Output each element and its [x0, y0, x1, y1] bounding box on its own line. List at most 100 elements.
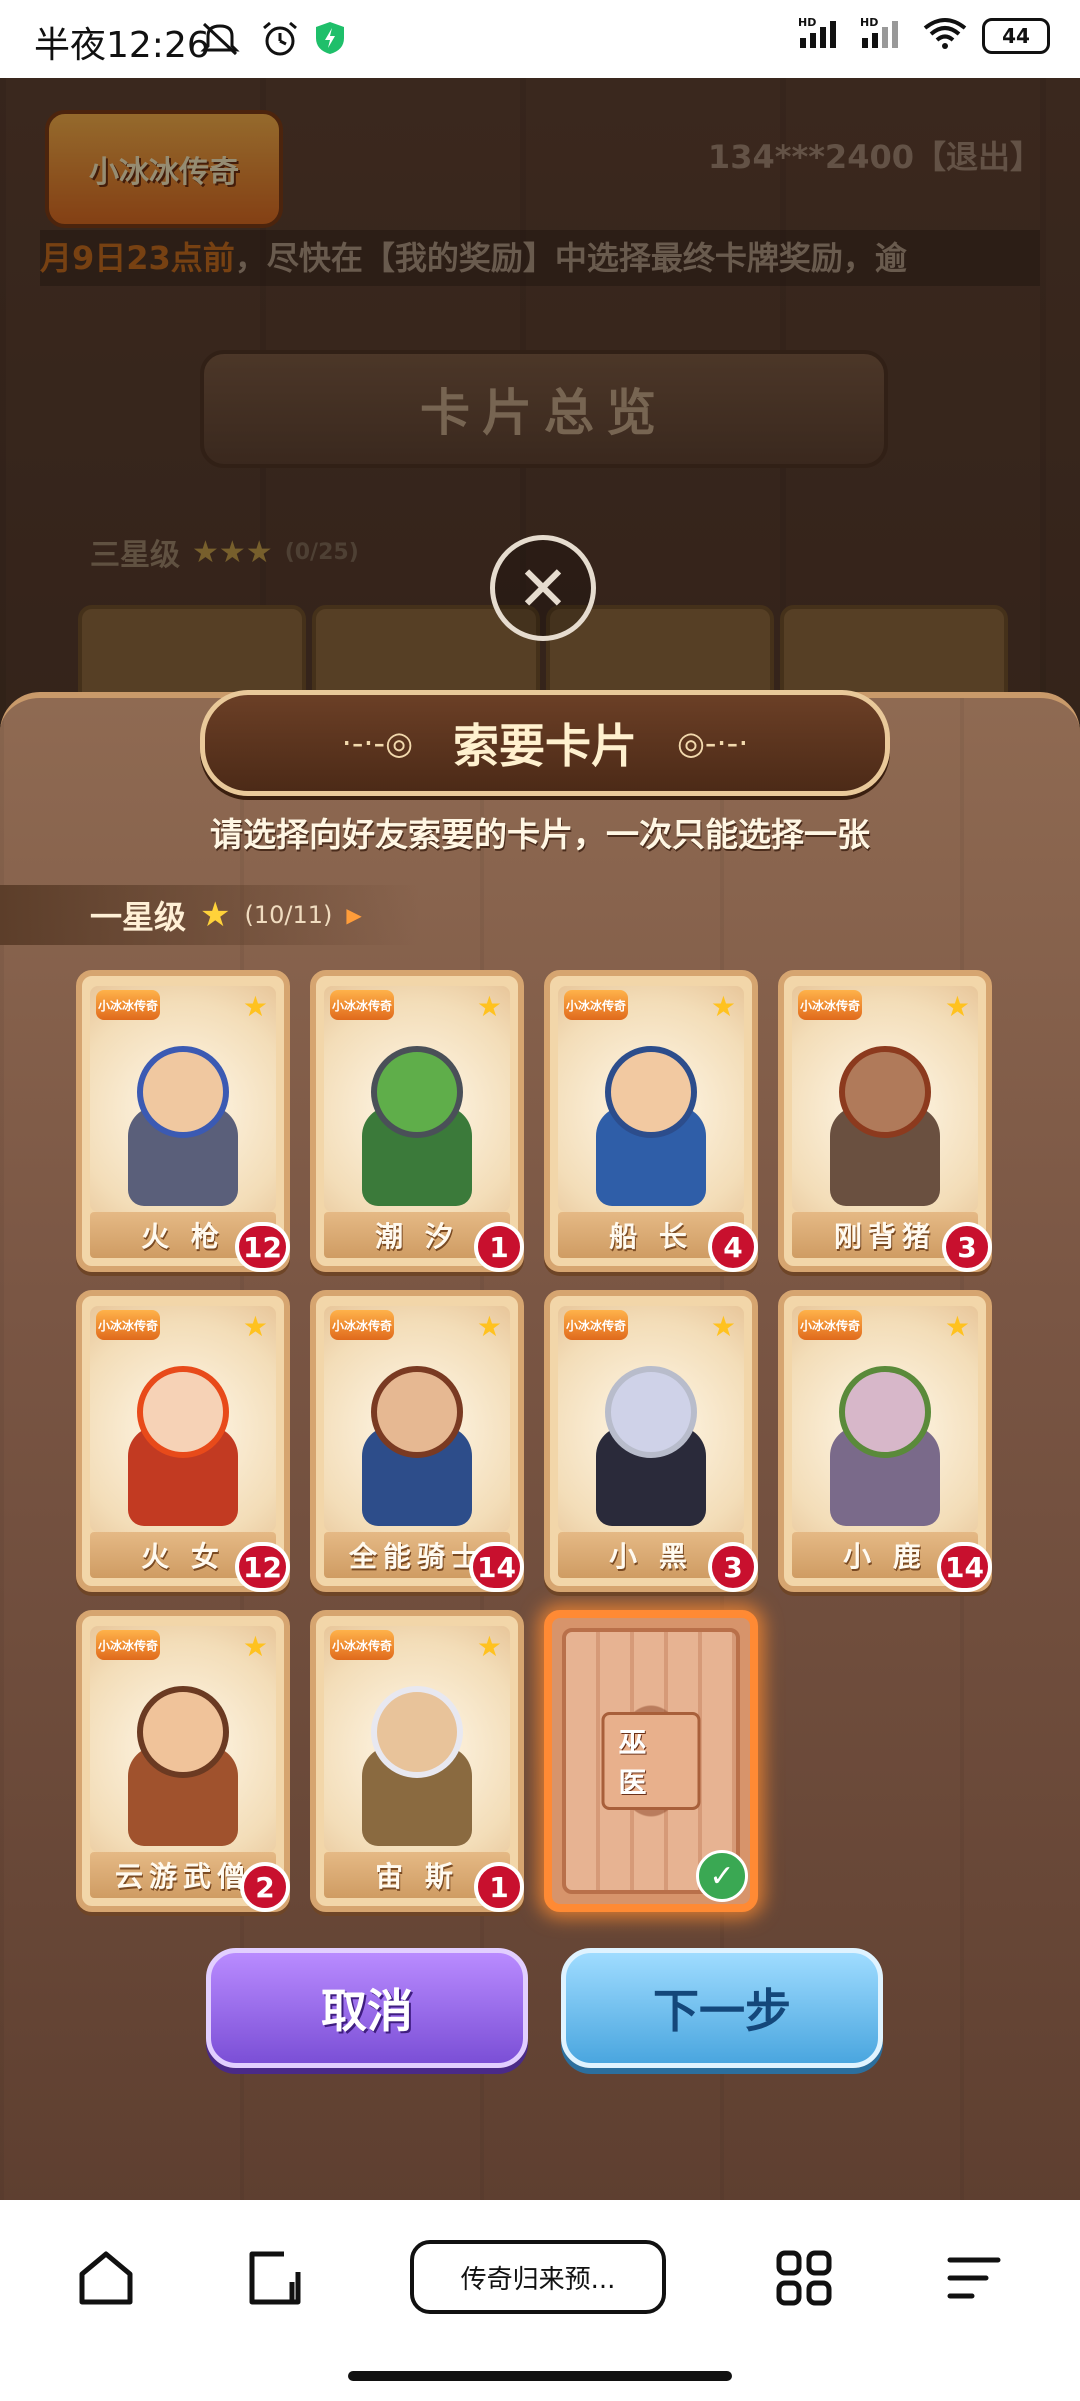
hero-figure: [347, 1346, 487, 1526]
game-mini-logo: 小冰冰传奇: [798, 1310, 862, 1340]
star-icon: ★: [242, 1310, 268, 1343]
hero-figure: [113, 1346, 253, 1526]
hero-figure: [581, 1346, 721, 1526]
hero-portrait: 小冰冰传奇 ★: [90, 1626, 276, 1852]
game-mini-logo: 小冰冰传奇: [96, 1630, 160, 1660]
ornament-right-icon: ◎-·-·: [677, 724, 749, 762]
card-count-badge: 2: [240, 1862, 290, 1912]
status-bar: 半夜12:26 HD HD 44: [0, 0, 1080, 78]
hero-card[interactable]: 小冰冰传奇 ★ 宙 斯1: [310, 1610, 524, 1912]
hero-head: [137, 1046, 229, 1138]
star-icon: ★: [242, 1630, 268, 1663]
card-count-badge: 14: [937, 1542, 992, 1592]
ornament-left-icon: ·-·-◎: [341, 724, 413, 762]
arrow-right-icon: ▶: [346, 903, 362, 927]
star-icon: ★: [944, 1310, 970, 1343]
home-indicator[interactable]: [348, 2371, 732, 2381]
one-star-tier[interactable]: 一星级 ★ (10/11) ▶: [0, 885, 420, 945]
star-icon: ★: [476, 1630, 502, 1663]
hero-portrait: 小冰冰传奇 ★: [90, 986, 276, 1212]
hero-head: [137, 1366, 229, 1458]
hero-card[interactable]: 小冰冰传奇 ★ 全能骑士 14: [310, 1290, 524, 1592]
star-icon: ★: [242, 990, 268, 1023]
game-mini-logo: 小冰冰传奇: [96, 990, 160, 1020]
hero-head: [371, 1686, 463, 1778]
card-witch-doctor[interactable]: 巫 医 ✓: [544, 1610, 758, 1912]
game-mini-logo: 小冰冰传奇: [330, 990, 394, 1020]
star-icon: ★: [476, 1310, 502, 1343]
hero-figure: [113, 1026, 253, 1206]
grid-apps-icon[interactable]: [774, 2248, 834, 2312]
card-count-badge: 3: [942, 1222, 992, 1272]
hero-figure: [815, 1346, 955, 1526]
star-icon: ★: [710, 990, 736, 1023]
check-icon: ✓: [696, 1850, 748, 1902]
status-right: HD HD 44: [798, 16, 1050, 56]
hero-head: [371, 1046, 463, 1138]
hero-head: [839, 1366, 931, 1458]
modal-subtitle: 请选择向好友索要的卡片，一次只能选择一张: [210, 815, 870, 854]
hero-card[interactable]: 小冰冰传奇 ★ 小 鹿 14: [778, 1290, 992, 1592]
game-mini-logo: 小冰冰传奇: [564, 990, 628, 1020]
bookmark-icon[interactable]: [244, 2248, 304, 2312]
hero-card[interactable]: 小冰冰传奇 ★ 潮 汐1: [310, 970, 524, 1272]
hero-head: [839, 1046, 931, 1138]
hero-card[interactable]: 小冰冰传奇 ★ 小 黑3: [544, 1290, 758, 1592]
hero-card[interactable]: 小冰冰传奇 ★ 船 长4: [544, 970, 758, 1272]
star-icon: ★: [944, 990, 970, 1023]
card-count-badge: 12: [235, 1542, 290, 1592]
tier-name: 一星级: [90, 898, 187, 936]
card-count-badge: 1: [474, 1862, 524, 1912]
card-count-badge: 4: [708, 1222, 758, 1272]
menu-icon[interactable]: [944, 2248, 1004, 2312]
game-mini-logo: 小冰冰传奇: [330, 1310, 394, 1340]
card-count-badge: 12: [235, 1222, 290, 1272]
game-mini-logo: 小冰冰传奇: [798, 990, 862, 1020]
card-name: 巫 医: [601, 1712, 701, 1810]
card-count-badge: 14: [469, 1542, 524, 1592]
tier-count: (10/11): [244, 901, 333, 929]
wifi-icon: [922, 16, 968, 56]
star-icon: ★: [710, 1310, 736, 1343]
hero-card[interactable]: 小冰冰传奇 ★ 火 女 12: [76, 1290, 290, 1592]
hero-figure: [815, 1026, 955, 1206]
svg-text:HD: HD: [798, 16, 816, 29]
hero-portrait: 小冰冰传奇 ★: [324, 1306, 510, 1532]
home-icon[interactable]: [76, 2248, 136, 2312]
hero-portrait: 小冰冰传奇 ★: [558, 1306, 744, 1532]
signal-icon: HD: [798, 16, 846, 56]
hero-head: [371, 1366, 463, 1458]
cancel-button[interactable]: 取消: [206, 1948, 528, 2068]
hero-card[interactable]: 小冰冰传奇 ★ 火 枪 12: [76, 970, 290, 1272]
game-mini-logo: 小冰冰传奇: [564, 1310, 628, 1340]
hero-portrait: 小冰冰传奇 ★: [558, 986, 744, 1212]
shield-icon: [314, 20, 346, 60]
svg-text:HD: HD: [860, 16, 878, 29]
next-step-button[interactable]: 下一步: [561, 1948, 883, 2068]
hero-head: [137, 1686, 229, 1778]
modal-title-bar: ·-·-◎ 索要卡片 ◎-·-·: [200, 690, 890, 796]
alarm-icon: [260, 20, 300, 62]
hero-portrait: 小冰冰传奇 ★: [792, 1306, 978, 1532]
hero-portrait: 小冰冰传奇 ★: [90, 1306, 276, 1532]
hero-card[interactable]: 小冰冰传奇 ★ 云游武僧 2: [76, 1610, 290, 1912]
status-time: 半夜12:26: [34, 25, 210, 66]
game-mini-logo: 小冰冰传奇: [96, 1310, 160, 1340]
hero-portrait: 小冰冰传奇 ★: [324, 986, 510, 1212]
card-count-badge: 3: [708, 1542, 758, 1592]
hero-portrait: 小冰冰传奇 ★: [324, 1626, 510, 1852]
card-count-badge: 1: [474, 1222, 524, 1272]
hero-figure: [347, 1666, 487, 1846]
star-icon: ★: [476, 990, 502, 1023]
hero-figure: [581, 1026, 721, 1206]
current-tab[interactable]: 传奇归来预...: [410, 2240, 666, 2314]
close-icon[interactable]: ✕: [490, 535, 596, 641]
battery-icon: 44: [982, 18, 1050, 54]
hero-card[interactable]: 小冰冰传奇 ★ 刚背猪 3: [778, 970, 992, 1272]
hero-head: [605, 1046, 697, 1138]
hero-portrait: 小冰冰传奇 ★: [792, 986, 978, 1212]
game-mini-logo: 小冰冰传奇: [330, 1630, 394, 1660]
hero-head: [605, 1366, 697, 1458]
hero-figure: [347, 1026, 487, 1206]
star-icon: ★: [200, 895, 231, 935]
